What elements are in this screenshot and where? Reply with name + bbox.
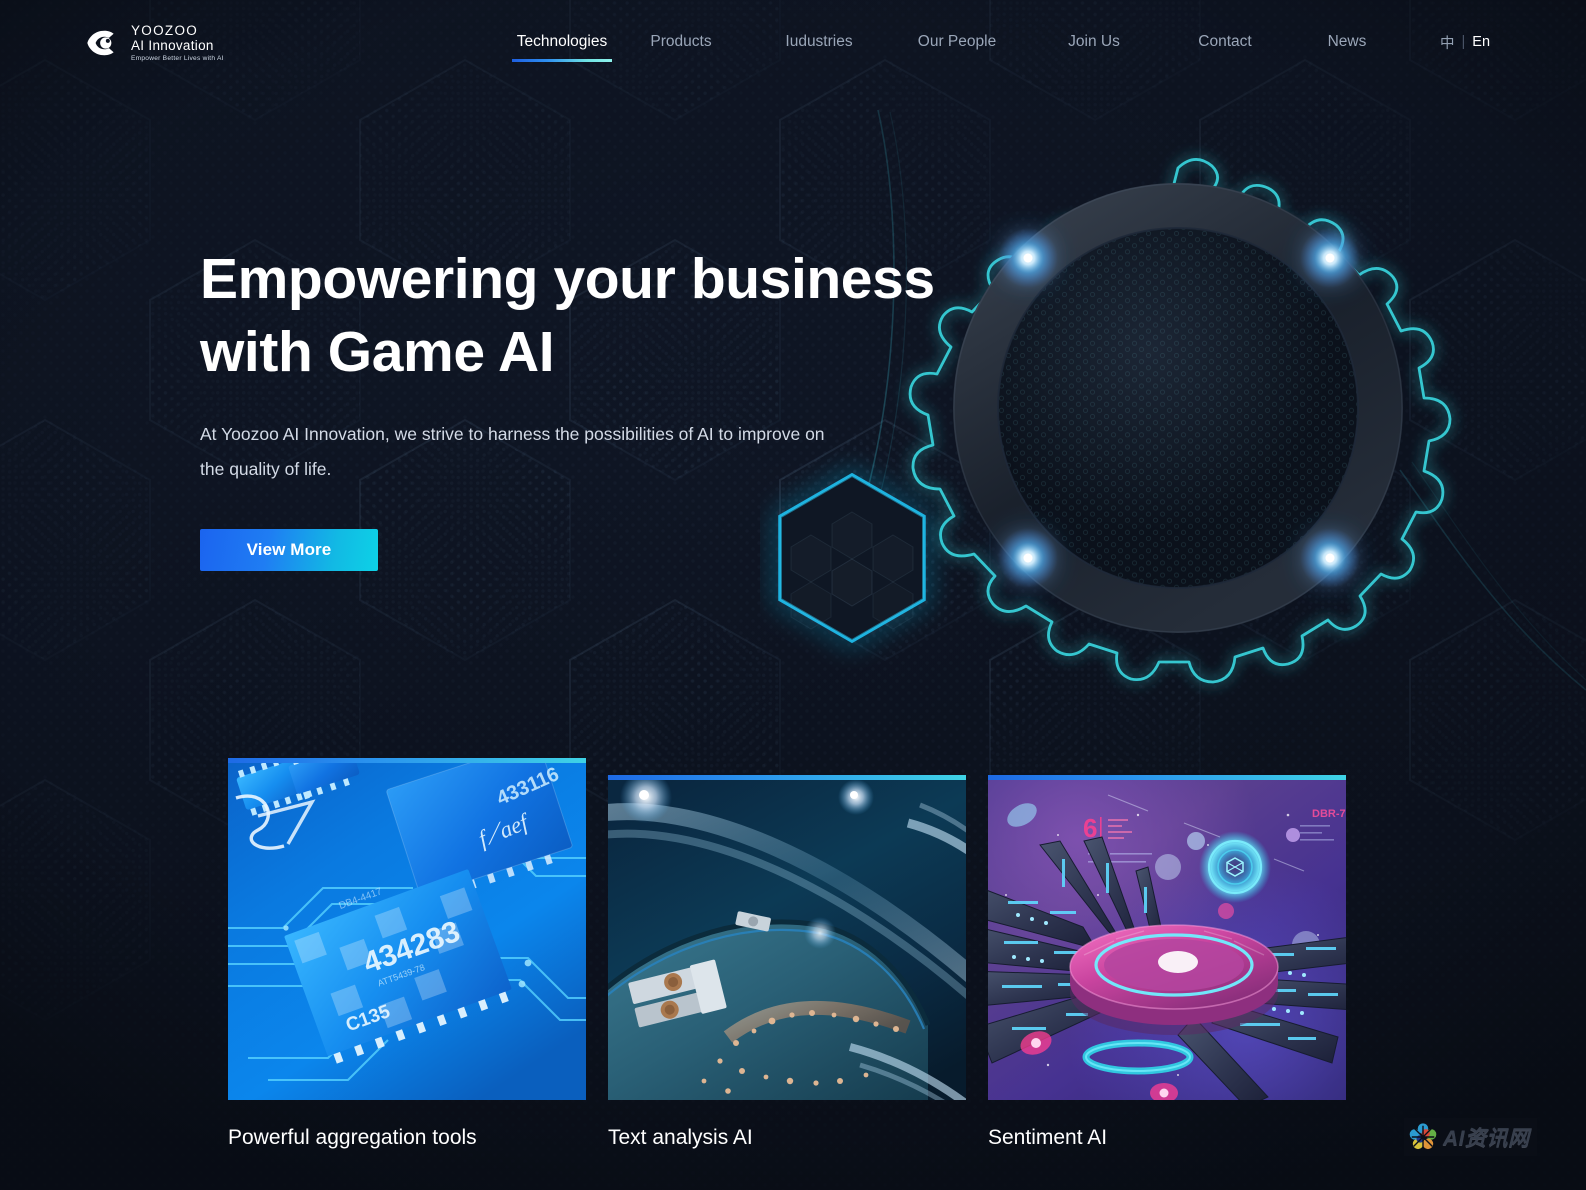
main-navigation: Technologies Products Iudustries Our Peo… (512, 0, 1406, 84)
card-accent-bar (988, 775, 1346, 780)
card-title: Sentiment AI (988, 1126, 1108, 1149)
card-title: Powerful aggregation tools (228, 1126, 477, 1149)
card-image-wrap: 6 DBR-7 (988, 775, 1346, 1100)
card-image-metal-arc (608, 775, 966, 1100)
hero-title-line-1: Empowering your business (200, 247, 935, 311)
logo-line-1: YOOZOO (131, 22, 199, 38)
card-accent-bar (608, 775, 966, 780)
nav-label: News (1327, 33, 1367, 50)
logo-line-2: AI Innovation (131, 38, 214, 54)
feature-card[interactable]: Text analysis AI (608, 775, 966, 1150)
logo-tagline: Empower Better Lives with AI (131, 54, 224, 62)
lang-separator: | (1461, 34, 1466, 50)
nav-label: Technologies (516, 33, 608, 50)
nav-label: Products (650, 33, 712, 50)
nav-item-products[interactable]: Products (612, 0, 750, 84)
language-switcher: 中 | En (1440, 0, 1490, 84)
pinwheel-flower-icon (1409, 1123, 1437, 1150)
page-root: YOOZOO AI Innovation Empower Better Live… (0, 0, 1586, 1190)
hero-section: Empowering your business with Game AI At… (200, 243, 960, 571)
watermark-text: AI资讯网 (1443, 1127, 1530, 1150)
nav-item-our-people[interactable]: Our People (888, 0, 1026, 84)
hero-title-line-2: with Game AI (200, 319, 555, 384)
lang-english[interactable]: En (1472, 34, 1490, 50)
site-header: YOOZOO AI Innovation Empower Better Live… (0, 0, 1586, 84)
nav-item-join-us[interactable]: Join Us (1026, 0, 1162, 84)
site-logo[interactable]: YOOZOO AI Innovation Empower Better Live… (86, 21, 224, 65)
feature-card[interactable]: 6 DBR-7 Sentiment AI (988, 775, 1346, 1150)
nav-item-contact[interactable]: Contact (1162, 0, 1288, 84)
svg-text:DBR-7: DBR-7 (1312, 808, 1346, 820)
eye-logo-icon (87, 30, 114, 56)
hero-title: Empowering your business with Game AI (200, 243, 960, 389)
nav-item-news[interactable]: News (1288, 0, 1406, 84)
card-title: Text analysis AI (608, 1126, 753, 1149)
feature-card[interactable]: 433116 f⟋aef 434283 ATT5439-78 C135 DB4-… (228, 758, 586, 1150)
nav-label: Join Us (1068, 33, 1120, 50)
card-image-wrap: 433116 f⟋aef 434283 ATT5439-78 C135 DB4-… (228, 758, 586, 1100)
nav-label: Contact (1198, 33, 1252, 50)
watermark: AI资讯网 (1404, 1118, 1537, 1156)
nav-item-technologies[interactable]: Technologies (512, 0, 612, 84)
card-accent-bar (228, 758, 586, 763)
hero-subtitle: At Yoozoo AI Innovation, we strive to ha… (200, 423, 825, 479)
active-tab-underline (512, 59, 612, 62)
card-image-wrap (608, 775, 966, 1100)
card-image-sci-fi-ship: 6 DBR-7 (988, 775, 1346, 1100)
view-more-button[interactable]: View More (200, 528, 378, 571)
nav-item-industries[interactable]: Iudustries (750, 0, 888, 84)
card-image-circuit-board: 433116 f⟋aef 434283 ATT5439-78 C135 DB4-… (228, 758, 586, 1100)
nav-label: Iudustries (785, 33, 853, 50)
feature-card-list: 433116 f⟋aef 434283 ATT5439-78 C135 DB4-… (0, 758, 1586, 1190)
lang-chinese[interactable]: 中 (1440, 32, 1455, 53)
nav-label: Our People (917, 33, 997, 50)
